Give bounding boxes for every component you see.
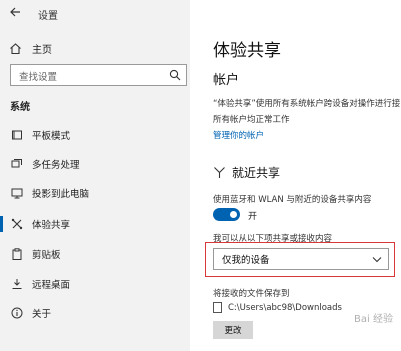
remote-desktop-icon — [10, 277, 24, 291]
sidebar-item-tablet-mode[interactable]: 平板模式 — [0, 124, 190, 146]
sidebar-item-label: 投影到此电脑 — [32, 189, 90, 200]
sidebar: 设置 主页 系统 平板模式 多任务处理 投影到此电脑 — [0, 0, 190, 351]
manage-accounts-link[interactable]: 管理你的帐户 — [213, 129, 264, 141]
sidebar-item-label: 体验共享 — [32, 220, 71, 231]
main-content: 体验共享 帐户 “体验共享”使用所有系统帐户跨设备对操作进行接 所有帐户均正常工… — [190, 0, 401, 351]
change-button[interactable]: 更改 — [213, 321, 253, 339]
back-arrow-icon[interactable] — [8, 5, 22, 19]
sidebar-item-project[interactable]: 投影到此电脑 — [0, 182, 190, 204]
window-title: 设置 — [38, 11, 58, 22]
sidebar-item-home[interactable]: 主页 — [9, 41, 52, 56]
clipboard-icon — [10, 247, 24, 261]
accounts-description: “体验共享”使用所有系统帐户跨设备对操作进行接 — [213, 99, 401, 109]
nearby-description: 使用蓝牙和 WLAN 与附近的设备共享内容 — [213, 195, 372, 205]
project-icon — [10, 186, 24, 200]
toggle-state-label: 开 — [248, 212, 258, 222]
dropdown-selected-value: 仅我的设备 — [222, 255, 270, 266]
share-icon — [10, 217, 24, 231]
tablet-icon — [10, 128, 24, 142]
file-icon — [213, 302, 222, 313]
sidebar-item-multitasking[interactable]: 多任务处理 — [0, 153, 190, 175]
sidebar-item-shared-experiences[interactable]: 体验共享 — [0, 213, 190, 235]
sidebar-item-about[interactable]: 关于 — [0, 302, 190, 324]
save-location-label: 将接收的文件保存到 — [213, 289, 290, 299]
search-icon[interactable] — [169, 69, 181, 81]
sidebar-item-clipboard[interactable]: 剪贴板 — [0, 243, 190, 265]
nearby-heading-label: 就近共享 — [232, 166, 281, 180]
sidebar-item-label: 远程桌面 — [32, 280, 71, 291]
nearby-sharing-heading: 就近共享 — [213, 164, 280, 181]
sidebar-item-label: 关于 — [32, 309, 52, 320]
watermark: Bai 经验 — [354, 314, 393, 325]
accounts-heading: 帐户 — [213, 73, 240, 88]
home-label: 主页 — [32, 44, 52, 56]
search-box[interactable] — [10, 64, 187, 88]
toggle-knob — [230, 211, 237, 218]
save-path: C:\Users\abc98\Downloads — [228, 302, 342, 313]
sidebar-item-label: 剪贴板 — [32, 250, 61, 261]
sidebar-item-remote-desktop[interactable]: 远程桌面 — [0, 273, 190, 295]
home-icon — [10, 42, 21, 54]
save-location-row: C:\Users\abc98\Downloads — [213, 302, 342, 313]
page-title: 体验共享 — [213, 41, 281, 61]
info-icon — [10, 306, 24, 320]
nearby-sharing-toggle[interactable] — [213, 208, 240, 221]
multitask-icon — [10, 157, 24, 171]
search-input[interactable] — [11, 67, 161, 88]
accounts-description-2: 所有帐户均正常工作 — [213, 115, 290, 125]
section-title: 系统 — [10, 102, 30, 113]
share-from-dropdown[interactable]: 仅我的设备 — [213, 248, 389, 270]
nearby-share-icon — [214, 167, 225, 178]
chevron-down-icon — [372, 257, 382, 263]
sidebar-item-label: 多任务处理 — [32, 160, 80, 171]
sidebar-item-label: 平板模式 — [32, 131, 71, 142]
active-indicator — [0, 216, 3, 232]
